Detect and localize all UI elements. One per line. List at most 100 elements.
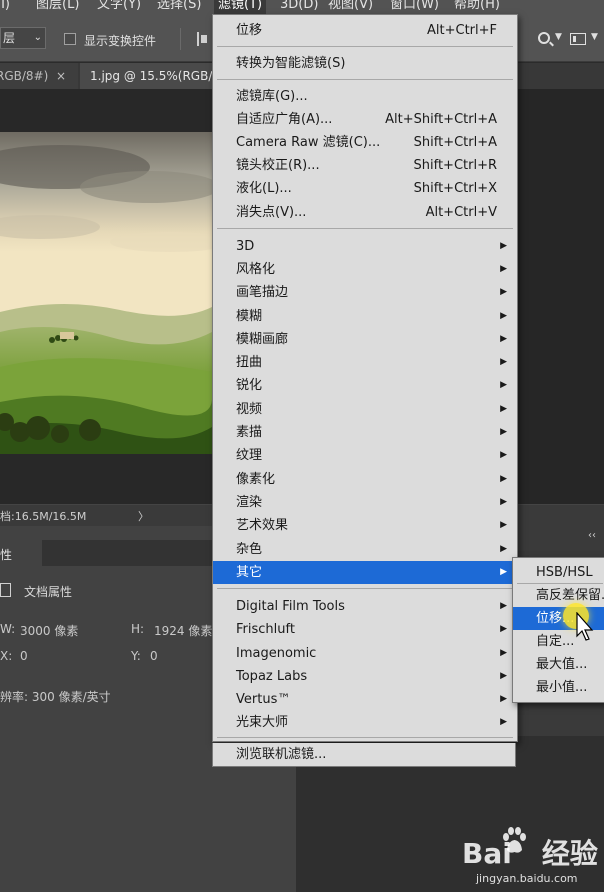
show-transform-checkbox[interactable] <box>64 33 76 45</box>
menu-item-pixelate[interactable]: 像素化 ▶ <box>213 468 517 491</box>
menu-item-label: 镜头校正(R)... <box>236 158 320 173</box>
menu-filter[interactable]: 滤镜(T) <box>214 0 267 14</box>
menu-separator <box>217 588 513 589</box>
menu-item-label: Topaz Labs <box>236 669 308 684</box>
menu-item-label: 其它 <box>236 565 263 580</box>
menu-item-label: Vertus™ <box>236 692 291 707</box>
submenu-arrow-icon: ▶ <box>500 497 507 507</box>
menu-item-blur[interactable]: 模糊 ▶ <box>213 305 517 328</box>
menu-item-frischluft[interactable]: Frischluft ▶ <box>213 618 517 641</box>
menu-3d[interactable]: 3D(D) <box>280 0 318 14</box>
menu-item-browse-online-filters[interactable]: 浏览联机滤镜... <box>212 743 516 767</box>
menu-item-shortcut: Alt+Ctrl+F <box>427 23 497 38</box>
menu-item-label: Frischluft <box>236 622 295 637</box>
menu-item-distort[interactable]: 扭曲 ▶ <box>213 351 517 374</box>
menu-item-label: Imagenomic <box>236 646 317 661</box>
submenu-arrow-icon: ▶ <box>500 311 507 321</box>
height-value[interactable]: 1924 像素 <box>154 622 212 639</box>
menu-item-liquify[interactable]: 液化(L)... Shift+Ctrl+X <box>213 177 517 200</box>
menu-item-label: 自适应广角(A)... <box>236 112 333 127</box>
submenu-item-high-pass[interactable]: 高反差保留... <box>513 584 604 607</box>
menu-item-vanishing-point[interactable]: 消失点(V)... Alt+Ctrl+V <box>213 201 517 224</box>
y-value[interactable]: 0 <box>150 649 158 663</box>
menu-item-vertus[interactable]: Vertus™ ▶ <box>213 688 517 711</box>
width-value[interactable]: 3000 像素 <box>20 622 78 639</box>
menu-window[interactable]: 窗口(W) <box>390 0 439 14</box>
menu-layer[interactable]: 图层(L) <box>36 0 79 14</box>
menu-item-render[interactable]: 渲染 ▶ <box>213 491 517 514</box>
menu-item-label: 模糊 <box>236 309 263 324</box>
menu-help[interactable]: 帮助(H) <box>454 0 500 14</box>
menu-item-shortcut: Shift+Ctrl+X <box>413 181 497 196</box>
menu-item-topaz-labs[interactable]: Topaz Labs ▶ <box>213 665 517 688</box>
menu-item-blur-gallery[interactable]: 模糊画廊 ▶ <box>213 328 517 351</box>
x-value[interactable]: 0 <box>20 649 28 663</box>
menu-item-imagenomic[interactable]: Imagenomic ▶ <box>213 642 517 665</box>
menu-item-other[interactable]: 其它 ▶ <box>213 561 517 584</box>
menu-item-video[interactable]: 视频 ▶ <box>213 398 517 421</box>
menu-item-filter-gallery[interactable]: 滤镜库(G)... <box>213 85 517 108</box>
document-tab[interactable]: RGB/8#) × <box>0 63 78 89</box>
menu-separator <box>217 228 513 229</box>
menu-item-label: 素描 <box>236 425 263 440</box>
menu-item-sketch[interactable]: 素描 ▶ <box>213 421 517 444</box>
chevron-down-icon[interactable]: ▼ <box>555 32 562 42</box>
menu-item-lens-correction[interactable]: 镜头校正(R)... Shift+Ctrl+R <box>213 154 517 177</box>
align-left-icon[interactable] <box>197 32 207 46</box>
menu-item-label: 位移 <box>236 23 263 38</box>
menu-item-texture[interactable]: 纹理 ▶ <box>213 444 517 467</box>
baidu-watermark: Bai 经验 jingyan.baidu.com <box>462 826 602 888</box>
menu-item-label: 杂色 <box>236 542 263 557</box>
menu-item-convert-smart-filter[interactable]: 转换为智能滤镜(S) <box>213 52 517 75</box>
menu-item-sharpen[interactable]: 锐化 ▶ <box>213 374 517 397</box>
search-icon[interactable] <box>538 32 550 44</box>
workspace-icon[interactable] <box>570 33 586 45</box>
menu-item-adaptive-wide-angle[interactable]: 自适应广角(A)... Alt+Shift+Ctrl+A <box>213 108 517 131</box>
menu-item-brush-strokes[interactable]: 画笔描边 ▶ <box>213 281 517 304</box>
submenu-arrow-icon: ▶ <box>500 694 507 704</box>
submenu-item-minimum[interactable]: 最小值... <box>513 676 604 699</box>
submenu-item-label: 自定... <box>536 634 575 649</box>
submenu-arrow-icon: ▶ <box>500 450 507 460</box>
submenu-arrow-icon: ▶ <box>500 427 507 437</box>
tab-label: RGB/8#) <box>0 69 49 83</box>
menu-select[interactable]: 选择(S) <box>157 0 201 14</box>
chevron-down-icon[interactable]: ▼ <box>591 32 598 42</box>
menu-item-noise[interactable]: 杂色 ▶ <box>213 538 517 561</box>
submenu-arrow-icon: ▶ <box>500 357 507 367</box>
landscape-photo <box>0 132 212 454</box>
watermark-site: jingyan.baidu.com <box>476 872 578 885</box>
submenu-arrow-icon: ▶ <box>500 624 507 634</box>
collapse-panels-icon[interactable]: ‹‹ <box>588 530 596 541</box>
submenu-item-hsb-hsl[interactable]: HSB/HSL <box>513 561 604 584</box>
submenu-item-maximum[interactable]: 最大值... <box>513 653 604 676</box>
menu-item-offset[interactable]: 位移 Alt+Ctrl+F <box>213 19 517 42</box>
menu-item-label: 液化(L)... <box>236 181 292 196</box>
canvas-pasteboard <box>516 89 604 504</box>
menubar: (I) 图层(L) 文字(Y) 选择(S) 滤镜(T) 3D(D) 视图(V) … <box>0 0 604 14</box>
submenu-arrow-icon: ▶ <box>500 334 507 344</box>
menu-item-label: 扭曲 <box>236 355 263 370</box>
close-icon[interactable]: × <box>56 63 66 89</box>
submenu-arrow-icon: ▶ <box>500 264 507 274</box>
auto-select-dropdown[interactable]: 层 ⌄ <box>0 27 46 49</box>
menu-image[interactable]: (I) <box>0 0 10 14</box>
menu-item-digital-film-tools[interactable]: Digital Film Tools ▶ <box>213 595 517 618</box>
menu-item-camera-raw[interactable]: Camera Raw 滤镜(C)... Shift+Ctrl+A <box>213 131 517 154</box>
menu-view[interactable]: 视图(V) <box>328 0 373 14</box>
menu-item-artistic[interactable]: 艺术效果 ▶ <box>213 514 517 537</box>
menu-item-label: Camera Raw 滤镜(C)... <box>236 135 381 150</box>
menu-type[interactable]: 文字(Y) <box>97 0 141 14</box>
tab-properties[interactable]: 性 <box>0 540 42 570</box>
y-label: Y: <box>131 649 141 663</box>
menu-item-3d[interactable]: 3D ▶ <box>213 235 517 258</box>
menu-item-beam-master[interactable]: 光束大师 ▶ <box>213 711 517 734</box>
menu-item-stylize[interactable]: 风格化 ▶ <box>213 258 517 281</box>
menu-item-shortcut: Shift+Ctrl+R <box>413 158 498 173</box>
menu-item-shortcut: Alt+Ctrl+V <box>425 205 497 220</box>
status-menu-arrow[interactable]: 〉 <box>138 508 149 524</box>
document-tab-active[interactable]: 1.jpg @ 15.5%(RGB/ <box>80 63 220 89</box>
menu-item-label: 艺术效果 <box>236 518 289 533</box>
show-transform-label: 显示变换控件 <box>84 34 157 48</box>
submenu-arrow-icon: ▶ <box>500 474 507 484</box>
